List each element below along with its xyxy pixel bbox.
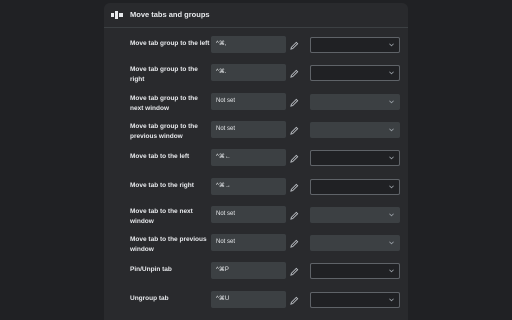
shortcut-row: Move tab group to the right ^⌘. <box>104 64 408 93</box>
section-title: Move tabs and groups <box>130 10 210 19</box>
shortcut-label: Move tab to the next window <box>130 207 193 225</box>
chevron-down-icon <box>389 71 394 75</box>
shortcut-row: Move tab group to the next window Not set <box>104 92 408 122</box>
scope-select[interactable] <box>310 37 400 53</box>
shortcut-field[interactable]: ^⌘. <box>211 64 286 82</box>
chevron-down-icon <box>389 43 394 47</box>
settings-panel: Move tabs and groups Move tab group to t… <box>104 3 408 320</box>
scope-select <box>310 121 400 138</box>
scope-select[interactable] <box>310 150 400 167</box>
scope-select[interactable] <box>310 263 400 280</box>
shortcut-label: Move tab to the left <box>130 153 190 161</box>
scope-select[interactable] <box>310 65 400 82</box>
chevron-down-icon <box>389 184 394 188</box>
chevron-down-icon <box>389 298 394 302</box>
edit-pencil-icon[interactable] <box>290 296 299 305</box>
chevron-down-icon <box>389 156 394 160</box>
chevron-down-icon <box>389 213 394 217</box>
chevron-down-icon <box>389 269 394 273</box>
shortcut-field[interactable]: ^⌘, <box>211 36 286 53</box>
section-header: Move tabs and groups <box>104 3 408 28</box>
shortcut-row: Move tab to the left ^⌘← <box>104 149 408 178</box>
shortcut-field[interactable]: Not set <box>211 120 286 138</box>
edit-pencil-icon[interactable] <box>290 211 299 220</box>
shortcut-row: Ungroup tab ^⌘U <box>104 290 408 320</box>
edit-pencil-icon[interactable] <box>290 183 299 192</box>
shortcut-label: Move tab to the previous window <box>130 236 207 254</box>
edit-pencil-icon[interactable] <box>290 69 299 79</box>
shortcut-label: Move tab to the right <box>130 181 194 189</box>
shortcut-label: Ungroup tab <box>130 294 169 302</box>
shortcut-label: Move tab group to the next window <box>130 94 198 112</box>
scope-select[interactable] <box>310 291 400 308</box>
shortcut-field[interactable]: ^⌘P <box>211 262 286 280</box>
scope-select <box>310 235 400 252</box>
shortcut-field[interactable]: Not set <box>211 234 286 252</box>
shortcut-label: Move tab group to the right <box>130 66 198 84</box>
shortcut-row: Pin/Unpin tab ^⌘P <box>104 262 408 291</box>
scope-select[interactable] <box>310 178 400 195</box>
shortcut-field[interactable]: Not set <box>211 92 286 110</box>
shortcut-field[interactable]: ^⌘← <box>211 149 286 167</box>
shortcut-field[interactable]: Not set <box>211 205 286 223</box>
edit-pencil-icon[interactable] <box>290 126 299 135</box>
edit-pencil-icon[interactable] <box>290 239 299 248</box>
chevron-down-icon <box>389 241 394 245</box>
chevron-down-icon <box>389 100 394 104</box>
shortcut-row: Move tab group to the previous window Not… <box>104 120 408 150</box>
shortcut-row: Move tab to the right ^⌘→ <box>104 177 408 207</box>
edit-pencil-icon[interactable] <box>290 154 299 163</box>
edit-pencil-icon[interactable] <box>290 98 299 107</box>
chevron-down-icon <box>389 128 394 132</box>
scope-select <box>310 93 400 110</box>
shortcut-row: Move tab to the previous window Not set <box>104 234 408 263</box>
shortcut-label: Move tab group to the previous window <box>130 122 198 140</box>
shortcut-row: Move tab group to the left ^⌘, <box>104 36 408 65</box>
scope-select <box>310 206 400 223</box>
shortcut-field[interactable]: ^⌘→ <box>211 177 286 195</box>
shortcut-row: Move tab to the next window Not set <box>104 205 408 235</box>
edit-pencil-icon[interactable] <box>290 267 299 277</box>
shortcut-label: Pin/Unpin tab <box>130 266 172 274</box>
move-tabs-icon <box>111 11 123 19</box>
shortcut-label: Move tab group to the left <box>130 40 210 47</box>
edit-pencil-icon[interactable] <box>290 41 299 50</box>
shortcut-field[interactable]: ^⌘U <box>211 290 286 308</box>
